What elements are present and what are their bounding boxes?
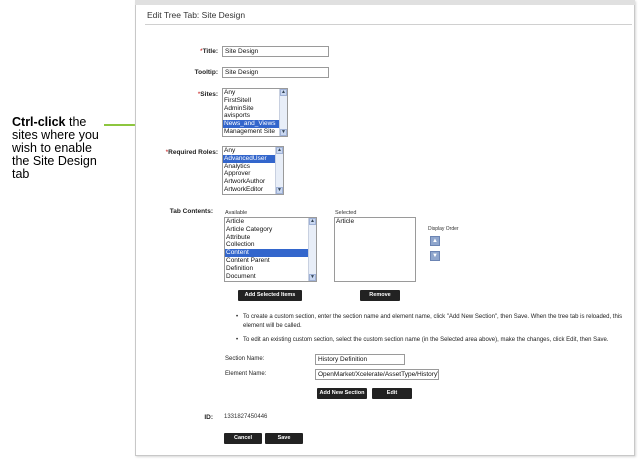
available-listbox[interactable]: Article Article Category Attribute Colle…: [224, 217, 317, 282]
bullet-create-section: To create a custom section, enter the se…: [243, 314, 623, 329]
save-button[interactable]: Save: [265, 433, 303, 444]
scroll-down-icon[interactable]: ▼: [280, 129, 287, 136]
title-input[interactable]: Site Design: [222, 46, 329, 57]
role-option[interactable]: ArtworkAuthor: [223, 178, 275, 186]
role-option-selected[interactable]: AdvancedUser: [223, 154, 275, 163]
available-option[interactable]: Article: [225, 218, 308, 226]
section-name-input[interactable]: History Definition: [315, 354, 405, 365]
available-option[interactable]: Collection: [225, 241, 308, 249]
element-name-label: Element Name:: [225, 371, 267, 377]
available-option[interactable]: Article Category: [225, 226, 308, 234]
scroll-up-icon[interactable]: ▲: [309, 218, 316, 225]
roles-scrollbar[interactable]: ▲ ▼: [275, 147, 283, 194]
section-name-label: Section Name:: [225, 356, 265, 362]
scroll-down-icon[interactable]: ▼: [276, 187, 283, 194]
add-new-section-button[interactable]: Add New Section: [317, 388, 367, 399]
scroll-up-icon[interactable]: ▲: [280, 89, 287, 96]
page-title: Edit Tree Tab: Site Design: [147, 10, 246, 20]
tab-contents-label: Tab Contents:: [169, 208, 213, 215]
panel-top-bar: [135, 0, 635, 5]
sites-scrollbar[interactable]: ▲ ▼: [279, 89, 287, 136]
required-roles-label: *Required Roles:: [165, 149, 218, 156]
title-label: *Title:: [200, 48, 218, 55]
available-option-selected[interactable]: Content: [225, 249, 308, 257]
role-option[interactable]: Analytics: [223, 163, 275, 171]
selected-listbox[interactable]: Article: [334, 217, 416, 282]
site-option[interactable]: Management Site: [223, 128, 279, 136]
bullet-edit-section: To edit an existing custom section, sele…: [243, 337, 609, 343]
sites-listbox[interactable]: Any FirstSiteII AdminSite avisports News…: [222, 88, 288, 137]
selected-option[interactable]: Article: [335, 218, 415, 226]
site-option[interactable]: AdminSite: [223, 105, 279, 113]
available-option[interactable]: Attribute: [225, 234, 308, 242]
id-label: ID:: [204, 414, 213, 421]
remove-button[interactable]: Remove: [360, 290, 400, 301]
available-option[interactable]: Definition: [225, 265, 308, 273]
scroll-up-icon[interactable]: ▲: [276, 147, 283, 154]
tooltip-input[interactable]: Site Design: [222, 67, 329, 78]
add-selected-items-button[interactable]: Add Selected Items: [238, 290, 302, 301]
instruction-callout: Ctrl-click the sites where you wish to e…: [12, 116, 107, 181]
role-option[interactable]: Approver: [223, 170, 275, 178]
site-option[interactable]: Any: [223, 89, 279, 97]
available-label: Available: [225, 210, 248, 216]
id-value: 1331827450446: [224, 414, 268, 420]
tooltip-label: Tooltip:: [194, 69, 218, 76]
cancel-button[interactable]: Cancel: [224, 433, 262, 444]
edit-button[interactable]: Edit: [372, 388, 412, 399]
available-option[interactable]: Document: [225, 273, 308, 281]
display-order-label: Display Order: [428, 226, 459, 232]
site-option[interactable]: FirstSiteII: [223, 97, 279, 105]
role-option[interactable]: ArtworkEditor: [223, 186, 275, 194]
selected-label: Selected: [335, 210, 357, 216]
callout-bold: Ctrl-click: [12, 115, 66, 129]
roles-listbox[interactable]: Any AdvancedUser Analytics Approver Artw…: [222, 146, 284, 195]
scroll-down-icon[interactable]: ▼: [309, 274, 316, 281]
site-option[interactable]: avisports: [223, 112, 279, 120]
move-down-icon[interactable]: ▼: [430, 251, 440, 261]
available-option[interactable]: Content Parent: [225, 257, 308, 265]
sites-label: *Sites:: [197, 91, 218, 98]
bullet-dot-icon: •: [236, 314, 239, 320]
move-up-icon[interactable]: ▲: [430, 236, 440, 246]
site-option-selected[interactable]: News_and_Views: [223, 120, 279, 128]
element-name-input[interactable]: OpenMarket/Xcelerate/AssetType/HistoryVa…: [315, 369, 439, 380]
title-divider: [145, 24, 632, 25]
role-option[interactable]: Any: [223, 147, 275, 155]
available-scrollbar[interactable]: ▲ ▼: [308, 218, 316, 281]
bullet-dot-icon: •: [236, 337, 239, 343]
